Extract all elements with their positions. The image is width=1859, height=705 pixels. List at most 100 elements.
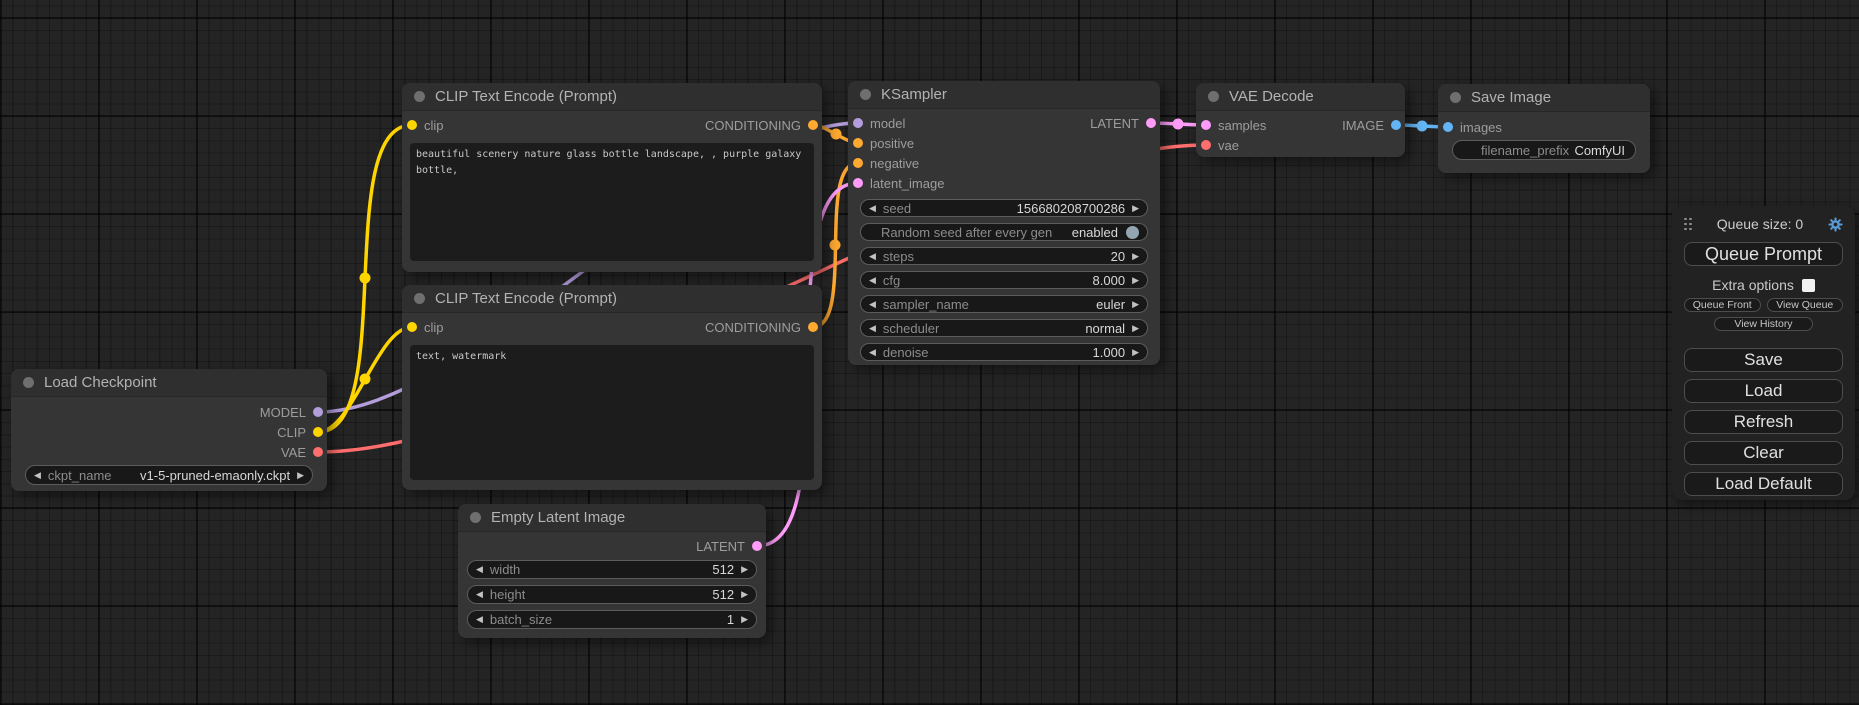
increment-arrow-icon[interactable]: ▶ — [1132, 348, 1139, 357]
slot-label: IMAGE — [1342, 118, 1384, 133]
positive-prompt-textarea[interactable]: beautiful scenery nature glass bottle la… — [410, 143, 814, 261]
node-clip-text-encode-negative[interactable]: CLIP Text Encode (Prompt) clip CONDITION… — [402, 285, 822, 490]
widget-label: sampler_name — [883, 297, 969, 312]
node-clip-text-encode-positive[interactable]: CLIP Text Encode (Prompt) clip CONDITION… — [402, 83, 822, 272]
increment-arrow-icon[interactable]: ▶ — [741, 565, 748, 574]
decrement-arrow-icon[interactable]: ◀ — [869, 348, 876, 357]
output-slot-latent[interactable] — [752, 541, 762, 551]
link-midpoint-dot[interactable] — [360, 273, 371, 284]
node-graph-canvas[interactable]: Load Checkpoint MODEL CLIP VAE ◀ ckpt_na… — [0, 0, 1859, 705]
collapse-dot-icon[interactable] — [23, 377, 34, 388]
collapse-dot-icon[interactable] — [470, 512, 481, 523]
input-slot-samples[interactable] — [1201, 120, 1211, 130]
action-buttons: Save Load Refresh Clear Load Default — [1684, 348, 1843, 496]
node-title-bar[interactable]: Empty Latent Image — [458, 504, 766, 532]
node-title: Load Checkpoint — [44, 374, 157, 391]
output-slot-conditioning[interactable] — [808, 322, 818, 332]
collapse-dot-icon[interactable] — [1208, 91, 1219, 102]
decrement-arrow-icon[interactable]: ◀ — [869, 300, 876, 309]
decrement-arrow-icon[interactable]: ◀ — [869, 252, 876, 261]
negative-prompt-textarea[interactable]: text, watermark — [410, 345, 814, 480]
input-slot-positive[interactable] — [853, 138, 863, 148]
input-slot-latent-image[interactable] — [853, 178, 863, 188]
ckpt-name-widget[interactable]: ◀ ckpt_name v1-5-pruned-emaonly.ckpt ▶ — [25, 465, 313, 485]
node-ksampler[interactable]: KSampler model LATENT positive negative … — [848, 81, 1160, 365]
sampler-name-widget[interactable]: ◀ sampler_name euler ▶ — [860, 295, 1148, 313]
node-empty-latent-image[interactable]: Empty Latent Image LATENT ◀ width 512 ▶ … — [458, 504, 766, 638]
collapse-dot-icon[interactable] — [860, 89, 871, 100]
increment-arrow-icon[interactable]: ▶ — [741, 615, 748, 624]
link-midpoint-dot[interactable] — [831, 129, 842, 140]
node-save-image[interactable]: Save Image images filename_prefix ComfyU… — [1438, 84, 1650, 173]
widget-label: scheduler — [883, 321, 939, 336]
decrement-arrow-icon[interactable]: ◀ — [476, 590, 483, 599]
output-slot-clip[interactable] — [313, 427, 323, 437]
random-seed-toggle[interactable] — [1126, 226, 1139, 239]
height-widget[interactable]: ◀ height 512 ▶ — [467, 585, 757, 604]
seed-widget[interactable]: ◀ seed 156680208700286 ▶ — [860, 199, 1148, 217]
refresh-button[interactable]: Refresh — [1684, 410, 1843, 434]
input-slot-clip[interactable] — [407, 322, 417, 332]
link-midpoint-dot[interactable] — [1417, 121, 1428, 132]
widget-label: width — [490, 562, 520, 577]
scheduler-widget[interactable]: ◀ scheduler normal ▶ — [860, 319, 1148, 337]
node-load-checkpoint[interactable]: Load Checkpoint MODEL CLIP VAE ◀ ckpt_na… — [11, 369, 327, 491]
output-slot-vae[interactable] — [313, 447, 323, 457]
increment-arrow-icon[interactable]: ▶ — [1132, 300, 1139, 309]
queue-front-button[interactable]: Queue Front — [1684, 298, 1761, 312]
input-slot-vae[interactable] — [1201, 140, 1211, 150]
increment-arrow-icon[interactable]: ▶ — [741, 590, 748, 599]
decrement-arrow-icon[interactable]: ◀ — [869, 324, 876, 333]
decrement-arrow-icon[interactable]: ◀ — [476, 615, 483, 624]
input-slot-images[interactable] — [1443, 122, 1453, 132]
increment-arrow-icon[interactable]: ▶ — [1132, 204, 1139, 213]
increment-arrow-icon[interactable]: ▶ — [1132, 252, 1139, 261]
collapse-dot-icon[interactable] — [414, 91, 425, 102]
increment-arrow-icon[interactable]: ▶ — [1132, 276, 1139, 285]
node-vae-decode[interactable]: VAE Decode samples IMAGE vae — [1196, 83, 1405, 157]
node-title-bar[interactable]: Load Checkpoint — [11, 369, 327, 397]
node-title-bar[interactable]: CLIP Text Encode (Prompt) — [402, 83, 822, 111]
node-title-bar[interactable]: VAE Decode — [1196, 83, 1405, 111]
node-title-bar[interactable]: Save Image — [1438, 84, 1650, 112]
drag-handle-icon[interactable] — [1684, 218, 1692, 231]
link-midpoint-dot[interactable] — [360, 374, 371, 385]
widget-value: euler — [1096, 297, 1125, 312]
input-slot-clip[interactable] — [407, 120, 417, 130]
link-midpoint-dot[interactable] — [830, 240, 841, 251]
queue-prompt-button[interactable]: Queue Prompt — [1684, 242, 1843, 266]
load-button[interactable]: Load — [1684, 379, 1843, 403]
decrement-arrow-icon[interactable]: ◀ — [869, 276, 876, 285]
output-slot-model[interactable] — [313, 407, 323, 417]
input-slot-negative[interactable] — [853, 158, 863, 168]
decrement-arrow-icon[interactable]: ◀ — [869, 204, 876, 213]
steps-widget[interactable]: ◀ steps 20 ▶ — [860, 247, 1148, 265]
view-queue-button[interactable]: View Queue — [1767, 298, 1844, 312]
filename-prefix-widget[interactable]: filename_prefix ComfyUI — [1452, 140, 1636, 160]
input-slot-model[interactable] — [853, 118, 863, 128]
decrement-arrow-icon[interactable]: ◀ — [476, 565, 483, 574]
node-title-bar[interactable]: KSampler — [848, 81, 1160, 109]
increment-arrow-icon[interactable]: ▶ — [1132, 324, 1139, 333]
extra-options-checkbox[interactable] — [1802, 279, 1815, 292]
cfg-widget[interactable]: ◀ cfg 8.000 ▶ — [860, 271, 1148, 289]
collapse-dot-icon[interactable] — [1450, 92, 1461, 103]
settings-gear-icon[interactable] — [1828, 217, 1843, 232]
output-slot-latent[interactable] — [1146, 118, 1156, 128]
random-seed-widget[interactable]: Random seed after every gen enabled — [860, 223, 1148, 241]
clear-button[interactable]: Clear — [1684, 441, 1843, 465]
view-history-button[interactable]: View History — [1714, 317, 1813, 331]
denoise-widget[interactable]: ◀ denoise 1.000 ▶ — [860, 343, 1148, 361]
width-widget[interactable]: ◀ width 512 ▶ — [467, 560, 757, 579]
output-slot-conditioning[interactable] — [808, 120, 818, 130]
increment-arrow-icon[interactable]: ▶ — [297, 471, 304, 480]
batch-size-widget[interactable]: ◀ batch_size 1 ▶ — [467, 610, 757, 629]
collapse-dot-icon[interactable] — [414, 293, 425, 304]
node-title: Save Image — [1471, 89, 1551, 106]
link-midpoint-dot[interactable] — [1173, 119, 1184, 130]
node-title-bar[interactable]: CLIP Text Encode (Prompt) — [402, 285, 822, 313]
load-default-button[interactable]: Load Default — [1684, 472, 1843, 496]
output-slot-image[interactable] — [1391, 120, 1401, 130]
decrement-arrow-icon[interactable]: ◀ — [34, 471, 41, 480]
save-button[interactable]: Save — [1684, 348, 1843, 372]
